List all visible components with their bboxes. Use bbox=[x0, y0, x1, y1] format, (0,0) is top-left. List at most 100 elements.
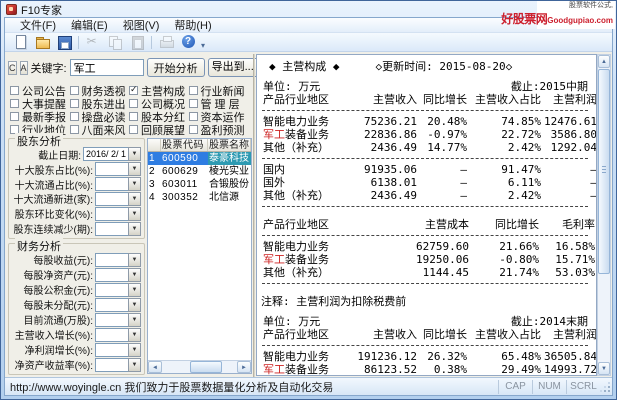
analyze-button[interactable]: 开始分析 bbox=[146, 58, 205, 77]
combobox-dropdown-arrow-icon[interactable]: ▼ bbox=[128, 147, 141, 162]
checkbox-option[interactable]: 行业新闻 bbox=[188, 84, 249, 97]
horizontal-scroll-thumb[interactable] bbox=[190, 361, 222, 373]
combobox-dropdown-arrow-icon[interactable]: ▼ bbox=[128, 252, 141, 267]
vertical-scrollbar[interactable]: ▲ ▼ bbox=[597, 54, 611, 376]
combobox-dropdown-arrow-icon[interactable]: ▼ bbox=[128, 221, 141, 236]
stock-header-cell[interactable] bbox=[148, 139, 161, 151]
combobox-value[interactable] bbox=[95, 312, 128, 327]
checkbox-box[interactable] bbox=[188, 112, 198, 121]
toolbar-overflow-icon[interactable]: ▾ bbox=[201, 41, 205, 51]
checkbox-box[interactable] bbox=[129, 125, 138, 134]
menu-item[interactable]: 编辑(E) bbox=[64, 16, 115, 34]
combobox-value[interactable] bbox=[95, 282, 128, 297]
keyword-input[interactable] bbox=[69, 59, 144, 76]
checkbox-option[interactable]: 回顾展望 bbox=[129, 123, 189, 136]
checkbox-option[interactable]: 股东进出 bbox=[69, 97, 130, 110]
resize-grip[interactable] bbox=[600, 380, 612, 394]
combobox-value[interactable] bbox=[95, 357, 128, 372]
checkbox-option[interactable]: 八面来风 bbox=[69, 123, 130, 136]
checkbox-box[interactable] bbox=[10, 112, 19, 121]
menu-item[interactable]: 文件(F) bbox=[13, 16, 63, 34]
combobox-dropdown-arrow-icon[interactable]: ▼ bbox=[128, 162, 141, 177]
checkbox-option[interactable]: 管 理 层 bbox=[188, 97, 249, 110]
combobox-dropdown-arrow-icon[interactable]: ▼ bbox=[128, 206, 141, 221]
combobox-dropdown-arrow-icon[interactable]: ▼ bbox=[128, 191, 141, 206]
menu-item[interactable]: 视图(V) bbox=[116, 16, 167, 34]
checkbox-option[interactable]: 公司概况 bbox=[129, 97, 189, 110]
field-combobox[interactable]: ▼ bbox=[95, 312, 141, 327]
help-button[interactable] bbox=[178, 34, 198, 51]
combobox-value[interactable] bbox=[95, 267, 128, 282]
combobox-value[interactable] bbox=[95, 221, 128, 236]
field-combobox[interactable]: ▼ bbox=[95, 327, 141, 342]
horizontal-scroll-track[interactable] bbox=[162, 361, 237, 373]
combobox-value[interactable] bbox=[95, 297, 128, 312]
scroll-down-arrow-icon[interactable]: ▼ bbox=[598, 362, 610, 375]
field-combobox[interactable]: ▼ bbox=[95, 177, 141, 192]
combobox-dropdown-arrow-icon[interactable]: ▼ bbox=[128, 312, 141, 327]
field-combobox[interactable]: ▼ bbox=[95, 342, 141, 357]
checkbox-box[interactable] bbox=[129, 112, 138, 121]
checkbox-box[interactable] bbox=[69, 99, 79, 108]
checkbox-box[interactable] bbox=[69, 112, 79, 121]
combobox-dropdown-arrow-icon[interactable]: ▼ bbox=[128, 297, 141, 312]
export-button[interactable]: 导出到... bbox=[207, 58, 258, 77]
checkbox-box[interactable] bbox=[69, 125, 79, 134]
field-combobox[interactable]: ▼ bbox=[95, 267, 141, 282]
checkbox-option[interactable]: 最新季报 bbox=[10, 110, 70, 123]
combobox-value[interactable] bbox=[95, 206, 128, 221]
combobox-dropdown-arrow-icon[interactable]: ▼ bbox=[128, 177, 141, 192]
stock-header-cell[interactable]: 股票名称 bbox=[208, 139, 251, 151]
combobox-dropdown-arrow-icon[interactable]: ▼ bbox=[128, 282, 141, 297]
scroll-right-arrow-icon[interactable]: ► bbox=[237, 361, 251, 373]
checkbox-box[interactable] bbox=[10, 99, 19, 108]
vertical-scroll-thumb[interactable] bbox=[598, 69, 610, 274]
stock-header-cell[interactable]: 股票代码 bbox=[161, 139, 208, 151]
combobox-value[interactable] bbox=[95, 177, 128, 192]
field-combobox[interactable]: ▼ bbox=[95, 221, 141, 236]
combobox-value[interactable] bbox=[95, 191, 128, 206]
field-combobox[interactable]: ▼ bbox=[95, 162, 141, 177]
checkbox-option[interactable]: 股本分红 bbox=[129, 110, 189, 123]
open-file-button[interactable] bbox=[32, 34, 52, 51]
combobox-value[interactable] bbox=[95, 162, 128, 177]
field-combobox[interactable]: ▼ bbox=[95, 282, 141, 297]
checkbox-option[interactable]: 资本运作 bbox=[188, 110, 249, 123]
checkbox-option[interactable]: 盈利预测 bbox=[188, 123, 249, 136]
checkbox-box[interactable] bbox=[188, 99, 198, 108]
field-combobox[interactable]: 2016/ 2/ 1 ▼ bbox=[83, 147, 141, 162]
field-combobox[interactable]: ▼ bbox=[95, 252, 141, 267]
stock-row[interactable]: 3 603011 合锻股份 bbox=[148, 178, 251, 191]
field-combobox[interactable]: ▼ bbox=[95, 297, 141, 312]
combobox-dropdown-arrow-icon[interactable]: ▼ bbox=[128, 357, 141, 372]
checkbox-box[interactable] bbox=[188, 125, 198, 134]
menu-item[interactable]: 帮助(H) bbox=[167, 16, 218, 34]
checkbox-option[interactable]: 操盘必读 bbox=[69, 110, 130, 123]
field-combobox[interactable]: ▼ bbox=[95, 357, 141, 372]
checkbox-option[interactable]: 公司公告 bbox=[10, 84, 70, 97]
checkbox-box[interactable] bbox=[129, 99, 138, 108]
combobox-value[interactable] bbox=[95, 342, 128, 357]
combobox-value[interactable] bbox=[95, 327, 128, 342]
scroll-up-arrow-icon[interactable]: ▲ bbox=[598, 55, 610, 68]
panel-splitter[interactable] bbox=[253, 54, 255, 377]
checkbox-box[interactable] bbox=[10, 86, 19, 95]
scroll-left-arrow-icon[interactable]: ◄ bbox=[148, 361, 162, 373]
combobox-value[interactable]: 2016/ 2/ 1 bbox=[83, 147, 128, 162]
checkbox-box[interactable] bbox=[129, 84, 138, 95]
toggle-c-button[interactable]: C bbox=[8, 60, 17, 75]
combobox-value[interactable] bbox=[95, 252, 128, 267]
checkbox-option[interactable]: 大事提醒 bbox=[10, 97, 70, 110]
combobox-dropdown-arrow-icon[interactable]: ▼ bbox=[128, 342, 141, 357]
checkbox-box[interactable] bbox=[188, 86, 198, 95]
stock-row[interactable]: 4 300352 北信源 bbox=[148, 191, 251, 204]
combobox-dropdown-arrow-icon[interactable]: ▼ bbox=[128, 327, 141, 342]
field-combobox[interactable]: ▼ bbox=[95, 191, 141, 206]
checkbox-option[interactable]: 财务透视 bbox=[69, 84, 130, 97]
toggle-a-button[interactable]: A bbox=[19, 60, 28, 75]
new-file-button[interactable] bbox=[10, 34, 30, 51]
horizontal-scrollbar[interactable]: ◄ ► bbox=[148, 360, 251, 373]
stock-row[interactable]: 1 600590 泰豪科技 bbox=[148, 152, 251, 165]
field-combobox[interactable]: ▼ bbox=[95, 206, 141, 221]
combobox-dropdown-arrow-icon[interactable]: ▼ bbox=[128, 267, 141, 282]
